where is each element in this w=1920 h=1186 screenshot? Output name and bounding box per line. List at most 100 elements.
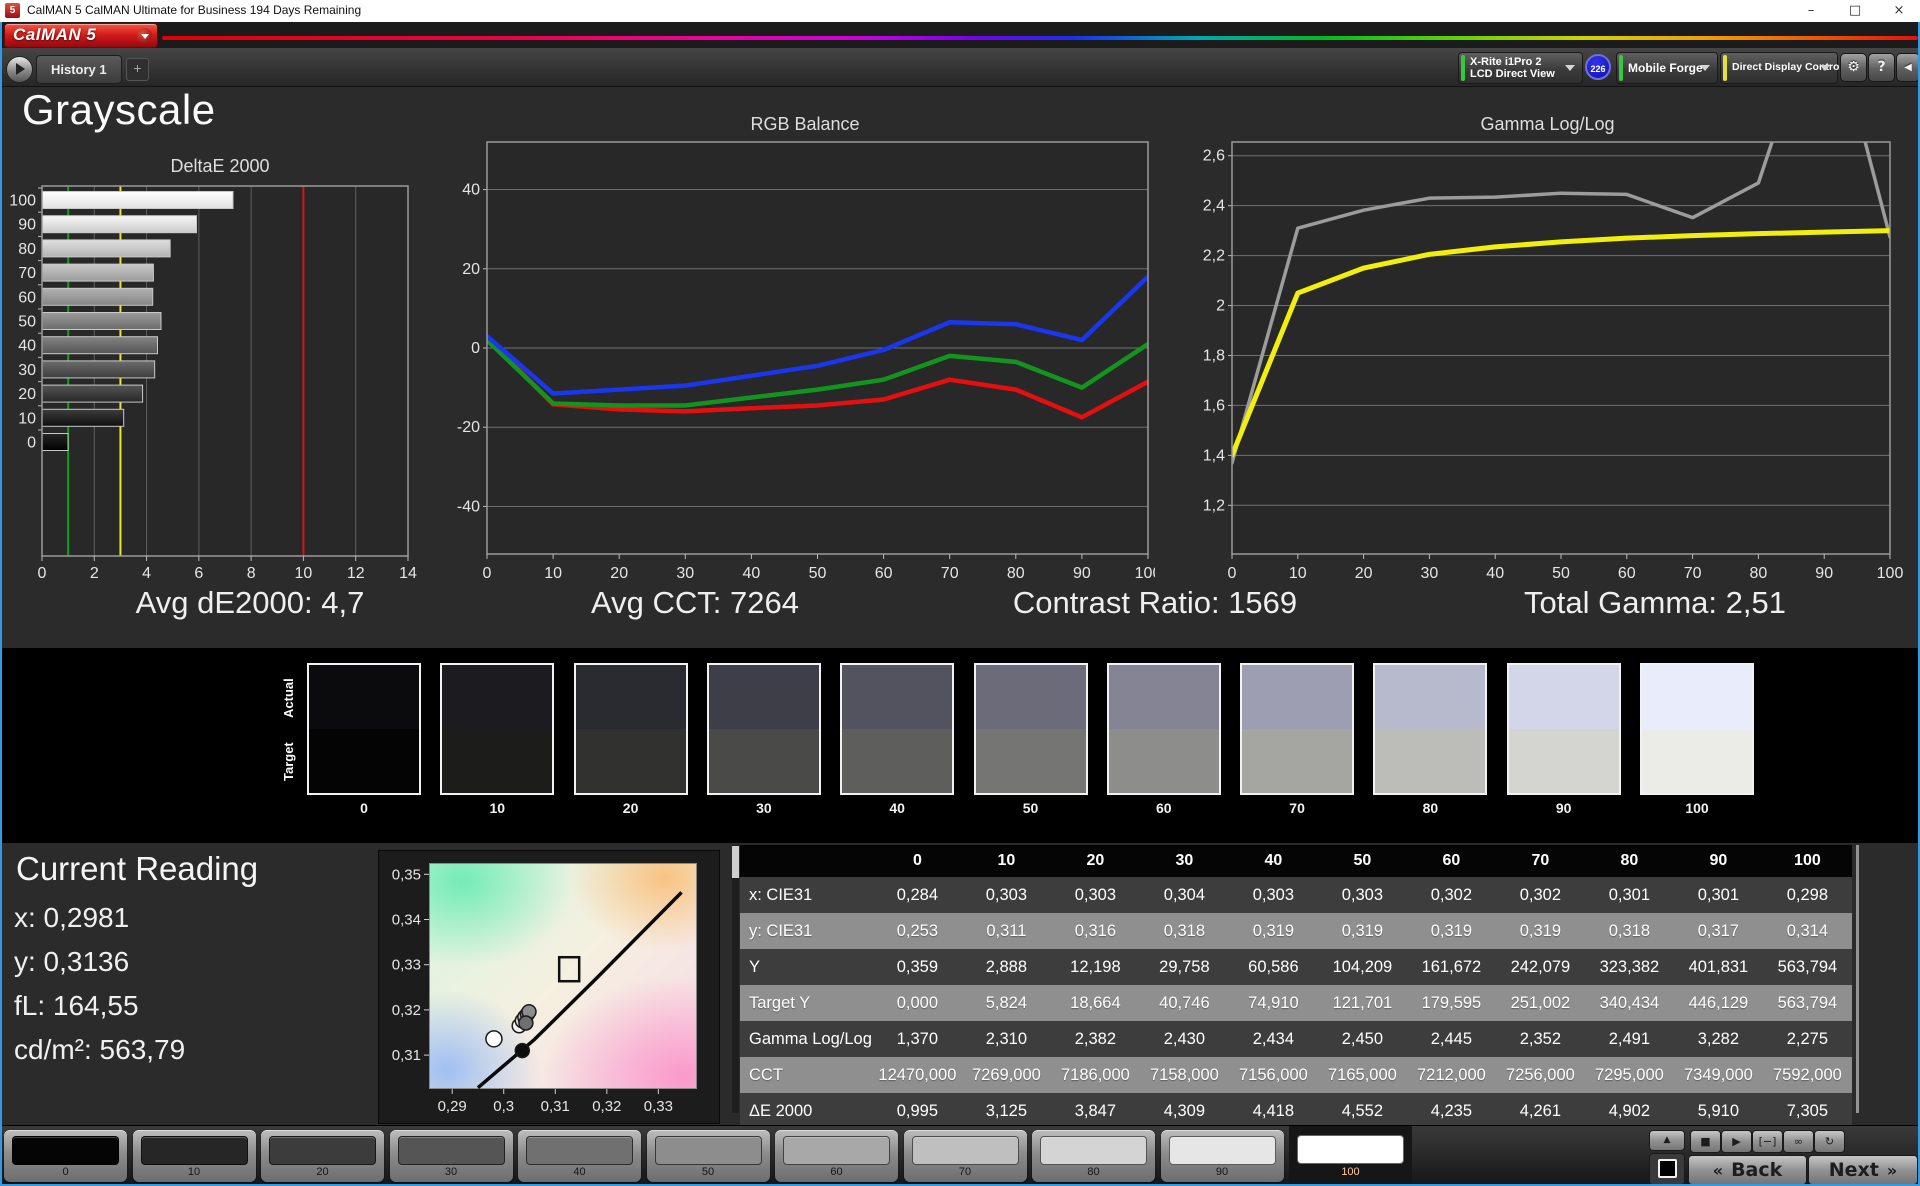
step-button[interactable]: [−] (1752, 1130, 1783, 1153)
maximize-button[interactable]: □ (1834, 0, 1876, 22)
pattern-level-label: 10 (187, 1166, 201, 1178)
pattern-level-button-100[interactable]: 100 (1289, 1126, 1412, 1184)
deltae-bar-100 (41, 191, 234, 209)
cell: 18,664 (1050, 985, 1140, 1021)
svg-text:0,3: 0,3 (493, 1098, 514, 1115)
pattern-color-patch (911, 1136, 1019, 1165)
svg-text:8: 8 (247, 565, 256, 582)
swatch-label-20: 20 (622, 800, 639, 816)
back-button[interactable]: «Back (1688, 1155, 1807, 1185)
table-row: y: CIE31 0,253 0,311 0,316 0,318 0,319 0,319 0,… (740, 913, 1852, 949)
swatch-10 (440, 663, 555, 795)
refresh-button[interactable]: ↻ (1814, 1130, 1845, 1153)
table-scrollbar-thumb[interactable] (732, 846, 739, 878)
col-header-30: 30 (1139, 845, 1229, 877)
pattern-level-button-60[interactable]: 60 (775, 1130, 898, 1182)
deltae-bar-0 (41, 433, 69, 451)
pattern-level-button-10[interactable]: 10 (132, 1130, 256, 1182)
svg-text:70: 70 (18, 265, 36, 282)
cell: 2,491 (1584, 1021, 1674, 1057)
settings-gear-icon[interactable]: ⚙ (1840, 53, 1867, 82)
logo-text: CalMAN 5 (13, 25, 97, 44)
svg-text:2: 2 (90, 565, 99, 582)
pattern-level-button-20[interactable]: 20 (261, 1130, 384, 1182)
deltae-bar-90 (41, 215, 198, 234)
cell: 0,298 (1762, 877, 1852, 913)
row-label: CCT (740, 1057, 873, 1093)
display-status-accent (1723, 55, 1727, 81)
svg-text:60: 60 (1618, 565, 1636, 582)
svg-text:60: 60 (18, 289, 36, 306)
pattern-window-button[interactable] (1649, 1153, 1685, 1185)
add-tab-button[interactable]: + (126, 58, 149, 81)
page-title: Grayscale (22, 86, 216, 133)
pattern-color-patch (1297, 1135, 1404, 1164)
cell: 0,319 (1406, 913, 1496, 949)
pattern-level-button-40[interactable]: 40 (518, 1130, 641, 1182)
cell: 60,586 (1228, 949, 1318, 985)
pattern-level-button-0[interactable]: 0 (4, 1130, 127, 1182)
svg-text:80: 80 (18, 241, 36, 258)
swatch-actual-60 (1108, 665, 1219, 729)
display-control-dropdown[interactable]: Direct Display Control (1720, 52, 1842, 84)
pattern-level-button-80[interactable]: 80 (1032, 1130, 1155, 1182)
summary-stat-3: Total Gamma: 2,51 (1524, 585, 1786, 620)
pattern-level-button-30[interactable]: 30 (389, 1130, 513, 1182)
tab-history-1[interactable]: History 1 (36, 55, 122, 84)
calman-logo-button[interactable]: CalMAN 5 (4, 23, 158, 48)
col-header-10: 10 (961, 845, 1051, 877)
pattern-color-patch (269, 1136, 376, 1165)
pattern-up-button[interactable]: ▲ (1649, 1130, 1685, 1151)
swatch-label-30: 30 (756, 800, 772, 816)
row-label: y: CIE31 (740, 913, 873, 949)
svg-text:100: 100 (1877, 565, 1904, 582)
meter-status-accent (1461, 55, 1465, 81)
svg-text:90: 90 (1073, 565, 1091, 582)
swatch-90 (1506, 663, 1621, 795)
continuous-button[interactable]: ∞ (1783, 1130, 1814, 1153)
pattern-level-button-70[interactable]: 70 (903, 1130, 1027, 1182)
pattern-level-label: 80 (1087, 1166, 1100, 1178)
meter-dropdown[interactable]: X-Rite i1Pro 2 LCD Direct View (1458, 52, 1583, 84)
swatch-100 (1640, 663, 1754, 795)
pattern-level-button-50[interactable]: 50 (646, 1130, 770, 1182)
summary-stat-1: Avg CCT: 7264 (591, 585, 799, 620)
swatch-60 (1106, 663, 1221, 795)
pattern-level-button-90[interactable]: 90 (1160, 1130, 1284, 1182)
svg-text:0: 0 (471, 340, 480, 357)
next-chevron-icon: » (1886, 1161, 1898, 1180)
next-button[interactable]: Next» (1808, 1155, 1918, 1185)
play-button[interactable]: ▶ (1721, 1130, 1752, 1153)
svg-text:30: 30 (676, 565, 694, 582)
measurement-point-5 (518, 1015, 534, 1031)
current-reading-point (485, 1030, 503, 1048)
cell: 0,319 (1317, 913, 1407, 949)
cell: 2,434 (1228, 1021, 1318, 1057)
source-dropdown[interactable]: Mobile Forge (1616, 52, 1718, 84)
help-icon[interactable]: ? (1868, 53, 1895, 82)
table-right-scrollbar[interactable] (1856, 845, 1859, 1113)
table-scrollbar-track[interactable] (732, 845, 739, 1113)
pattern-color-patch (526, 1136, 633, 1165)
stop-button[interactable]: ■ (1690, 1130, 1721, 1153)
pattern-level-label: 70 (958, 1166, 972, 1178)
meter-count-badge[interactable]: 226 (1585, 54, 1611, 80)
grayscale-swatch-panel: Actual Target 0 10 20 30 40 50 60 70 80 90 100 (0, 648, 1920, 843)
close-button[interactable]: × (1878, 0, 1920, 22)
svg-text:10: 10 (544, 565, 562, 582)
table-header-row: 0 10 20 30 40 50 60 70 80 90 100 (740, 845, 1852, 877)
svg-text:70: 70 (941, 565, 959, 582)
pattern-level-label: 40 (573, 1166, 586, 1178)
run-workflow-icon[interactable] (6, 56, 33, 83)
collapse-panel-icon[interactable]: ◀ (1896, 53, 1920, 82)
swatch-actual-40 (842, 665, 953, 729)
window-border-left (0, 22, 2, 1186)
minimize-button[interactable]: – (1790, 0, 1832, 22)
logo-menu-caret-icon[interactable] (137, 28, 152, 43)
swatch-actual-0 (309, 665, 419, 729)
cell: 179,595 (1406, 985, 1496, 1021)
cell: 0,301 (1673, 877, 1763, 913)
cell: 12470,000 (872, 1057, 962, 1093)
col-header-90: 90 (1673, 845, 1763, 877)
swatch-actual-10 (442, 665, 553, 729)
